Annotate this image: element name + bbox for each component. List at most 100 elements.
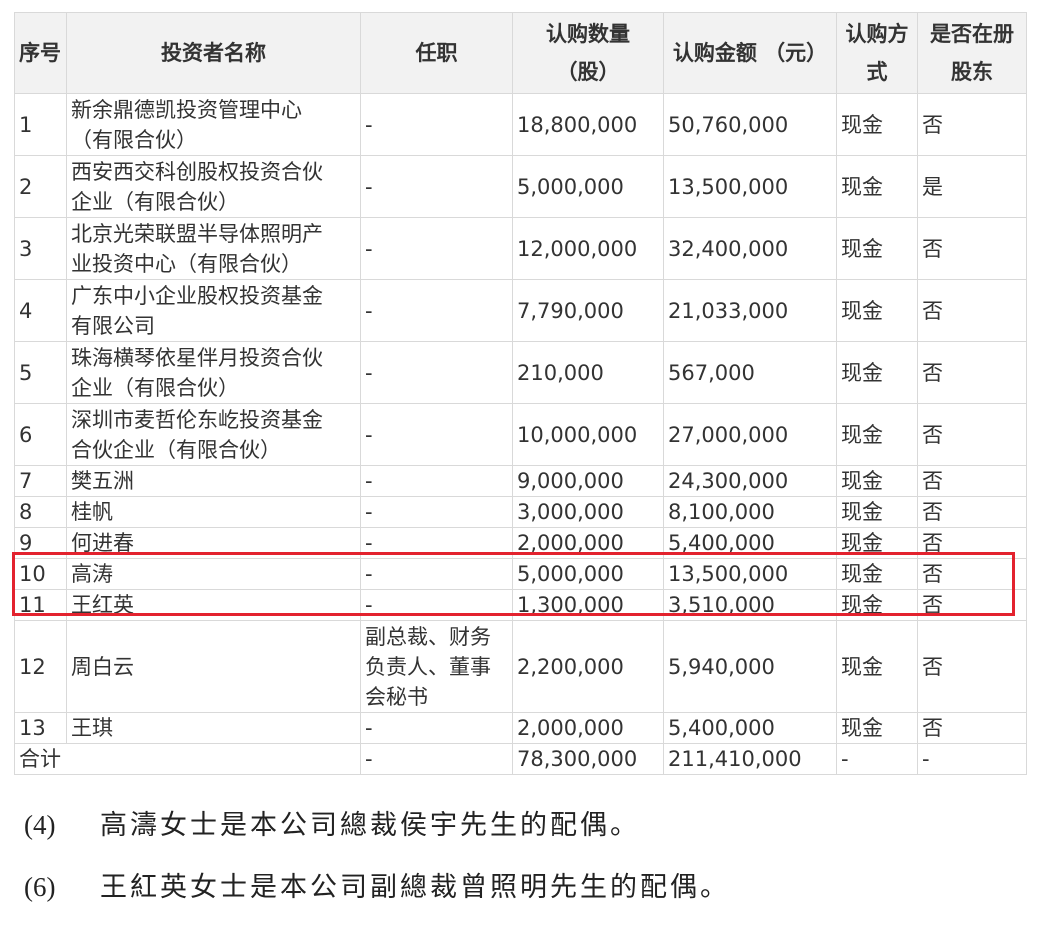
investor-name: 新余鼎德凯投资管理中心 （有限合伙） (66, 93, 361, 156)
table-row: 4 广东中小企业股权投资基金 有限公司 - 7,790,000 21,033,00… (14, 279, 1027, 342)
row-index: 3 (14, 217, 67, 280)
header-amount: 认购金额 （元） (663, 12, 837, 94)
table-row: 5 珠海横琴依星伴月投资合伙 企业（有限合伙） - 210,000 567,000… (14, 341, 1027, 404)
registered: 否 (917, 279, 1027, 342)
table-row: 12 周白云 副总裁、财务 负责人、董事 会秘书 2,200,000 5,940,0… (14, 620, 1027, 713)
header-method-line1: 认购方 (845, 22, 909, 46)
table-total-row: 合计 - 78,300,000 211,410,000 - - (14, 743, 1027, 775)
investor-name-line1: 深圳市麦哲伦东屹投资基金 (71, 407, 323, 432)
table-row: 1 新余鼎德凯投资管理中心 （有限合伙） - 18,800,000 50,760,… (14, 93, 1027, 156)
total-shares: 78,300,000 (512, 743, 664, 775)
header-method-line2: 式 (866, 60, 888, 84)
position: - (360, 465, 513, 497)
method: 现金 (836, 93, 918, 156)
header-investor-name: 投资者名称 (66, 12, 361, 94)
amount: 5,940,000 (663, 620, 837, 713)
method: 现金 (836, 341, 918, 404)
registered: 否 (917, 527, 1027, 559)
position: - (360, 217, 513, 280)
method: 现金 (836, 279, 918, 342)
amount: 567,000 (663, 341, 837, 404)
investor-name-line2: （有限合伙） (71, 127, 197, 152)
method: 现金 (836, 217, 918, 280)
shares: 18,800,000 (512, 93, 664, 156)
registered: 否 (917, 496, 1027, 528)
method: 现金 (836, 620, 918, 713)
method: 现金 (836, 155, 918, 218)
position: - (360, 712, 513, 744)
registered: 否 (917, 620, 1027, 713)
table-header-row: 序号 投资者名称 任职 认购数量 （股） 认购金额 （元） 认购方式 是否在册股东 (14, 12, 1027, 94)
table-row: 6 深圳市麦哲伦东屹投资基金 合伙企业（有限合伙） - 10,000,000 27… (14, 403, 1027, 466)
amount: 5,400,000 (663, 712, 837, 744)
investor-name: 深圳市麦哲伦东屹投资基金 合伙企业（有限合伙） (66, 403, 361, 466)
position: - (360, 558, 513, 590)
table-row: 3 北京光荣联盟半导体照明产 业投资中心（有限合伙） - 12,000,000 3… (14, 217, 1027, 280)
investor-name-line2: 有限公司 (71, 313, 155, 338)
position-line2: 负责人、董事 (365, 654, 491, 679)
method: 现金 (836, 589, 918, 621)
header-registered-line2: 股东 (951, 60, 993, 84)
total-registered: - (917, 743, 1027, 775)
header-shares: 认购数量 （股） (512, 12, 664, 94)
shares: 1,300,000 (512, 589, 664, 621)
registered: 否 (917, 93, 1027, 156)
registered: 否 (917, 589, 1027, 621)
table-row: 2 西安西交科创股权投资合伙 企业（有限合伙） - 5,000,000 13,50… (14, 155, 1027, 218)
shares: 2,000,000 (512, 527, 664, 559)
table-row-highlighted: 10 高涛 - 5,000,000 13,500,000 现金 否 (14, 558, 1027, 590)
method: 现金 (836, 558, 918, 590)
amount: 13,500,000 (663, 558, 837, 590)
amount: 32,400,000 (663, 217, 837, 280)
shares: 2,200,000 (512, 620, 664, 713)
note-6: (6) 王紅英女士是本公司副總裁曾照明先生的配偶。 (24, 865, 730, 904)
position: - (360, 496, 513, 528)
investor-name: 广东中小企业股权投资基金 有限公司 (66, 279, 361, 342)
header-position: 任职 (360, 12, 513, 94)
investor-name: 王红英 (66, 589, 361, 621)
position: - (360, 403, 513, 466)
row-index: 1 (14, 93, 67, 156)
investor-name: 樊五洲 (66, 465, 361, 497)
note-4: (4) 高濤女士是本公司總裁侯宇先生的配偶。 (24, 803, 640, 842)
row-index: 2 (14, 155, 67, 218)
row-index: 8 (14, 496, 67, 528)
investor-name: 高涛 (66, 558, 361, 590)
shares: 7,790,000 (512, 279, 664, 342)
registered: 是 (917, 155, 1027, 218)
investor-name: 珠海横琴依星伴月投资合伙 企业（有限合伙） (66, 341, 361, 404)
method: 现金 (836, 465, 918, 497)
investor-name: 西安西交科创股权投资合伙 企业（有限合伙） (66, 155, 361, 218)
shares: 2,000,000 (512, 712, 664, 744)
amount: 50,760,000 (663, 93, 837, 156)
position: - (360, 93, 513, 156)
amount: 24,300,000 (663, 465, 837, 497)
investor-name-line2: 企业（有限合伙） (71, 189, 239, 214)
registered: 否 (917, 558, 1027, 590)
shares: 12,000,000 (512, 217, 664, 280)
row-index: 10 (14, 558, 67, 590)
position: - (360, 155, 513, 218)
registered: 否 (917, 217, 1027, 280)
table-row: 8 桂帆 - 3,000,000 8,100,000 现金 否 (14, 496, 1027, 528)
cropped-previous-text (14, 0, 1026, 10)
position: - (360, 527, 513, 559)
position: 副总裁、财务 负责人、董事 会秘书 (360, 620, 513, 713)
total-amount: 211,410,000 (663, 743, 837, 775)
investor-name: 桂帆 (66, 496, 361, 528)
total-label: 合计 (14, 743, 361, 775)
total-position: - (360, 743, 513, 775)
header-index: 序号 (14, 12, 67, 94)
header-registered-line1: 是否在册 (930, 22, 1014, 46)
position: - (360, 279, 513, 342)
investor-name: 王琪 (66, 712, 361, 744)
shares: 5,000,000 (512, 155, 664, 218)
investor-name-line2: 合伙企业（有限合伙） (71, 437, 281, 462)
registered: 否 (917, 403, 1027, 466)
investor-name-line1: 新余鼎德凯投资管理中心 (71, 97, 302, 122)
shares: 3,000,000 (512, 496, 664, 528)
header-registered: 是否在册 股东 (917, 12, 1027, 94)
header-method: 认购方式 (836, 12, 918, 94)
row-index: 5 (14, 341, 67, 404)
table-row-highlighted: 11 王红英 - 1,300,000 3,510,000 现金 否 (14, 589, 1027, 621)
